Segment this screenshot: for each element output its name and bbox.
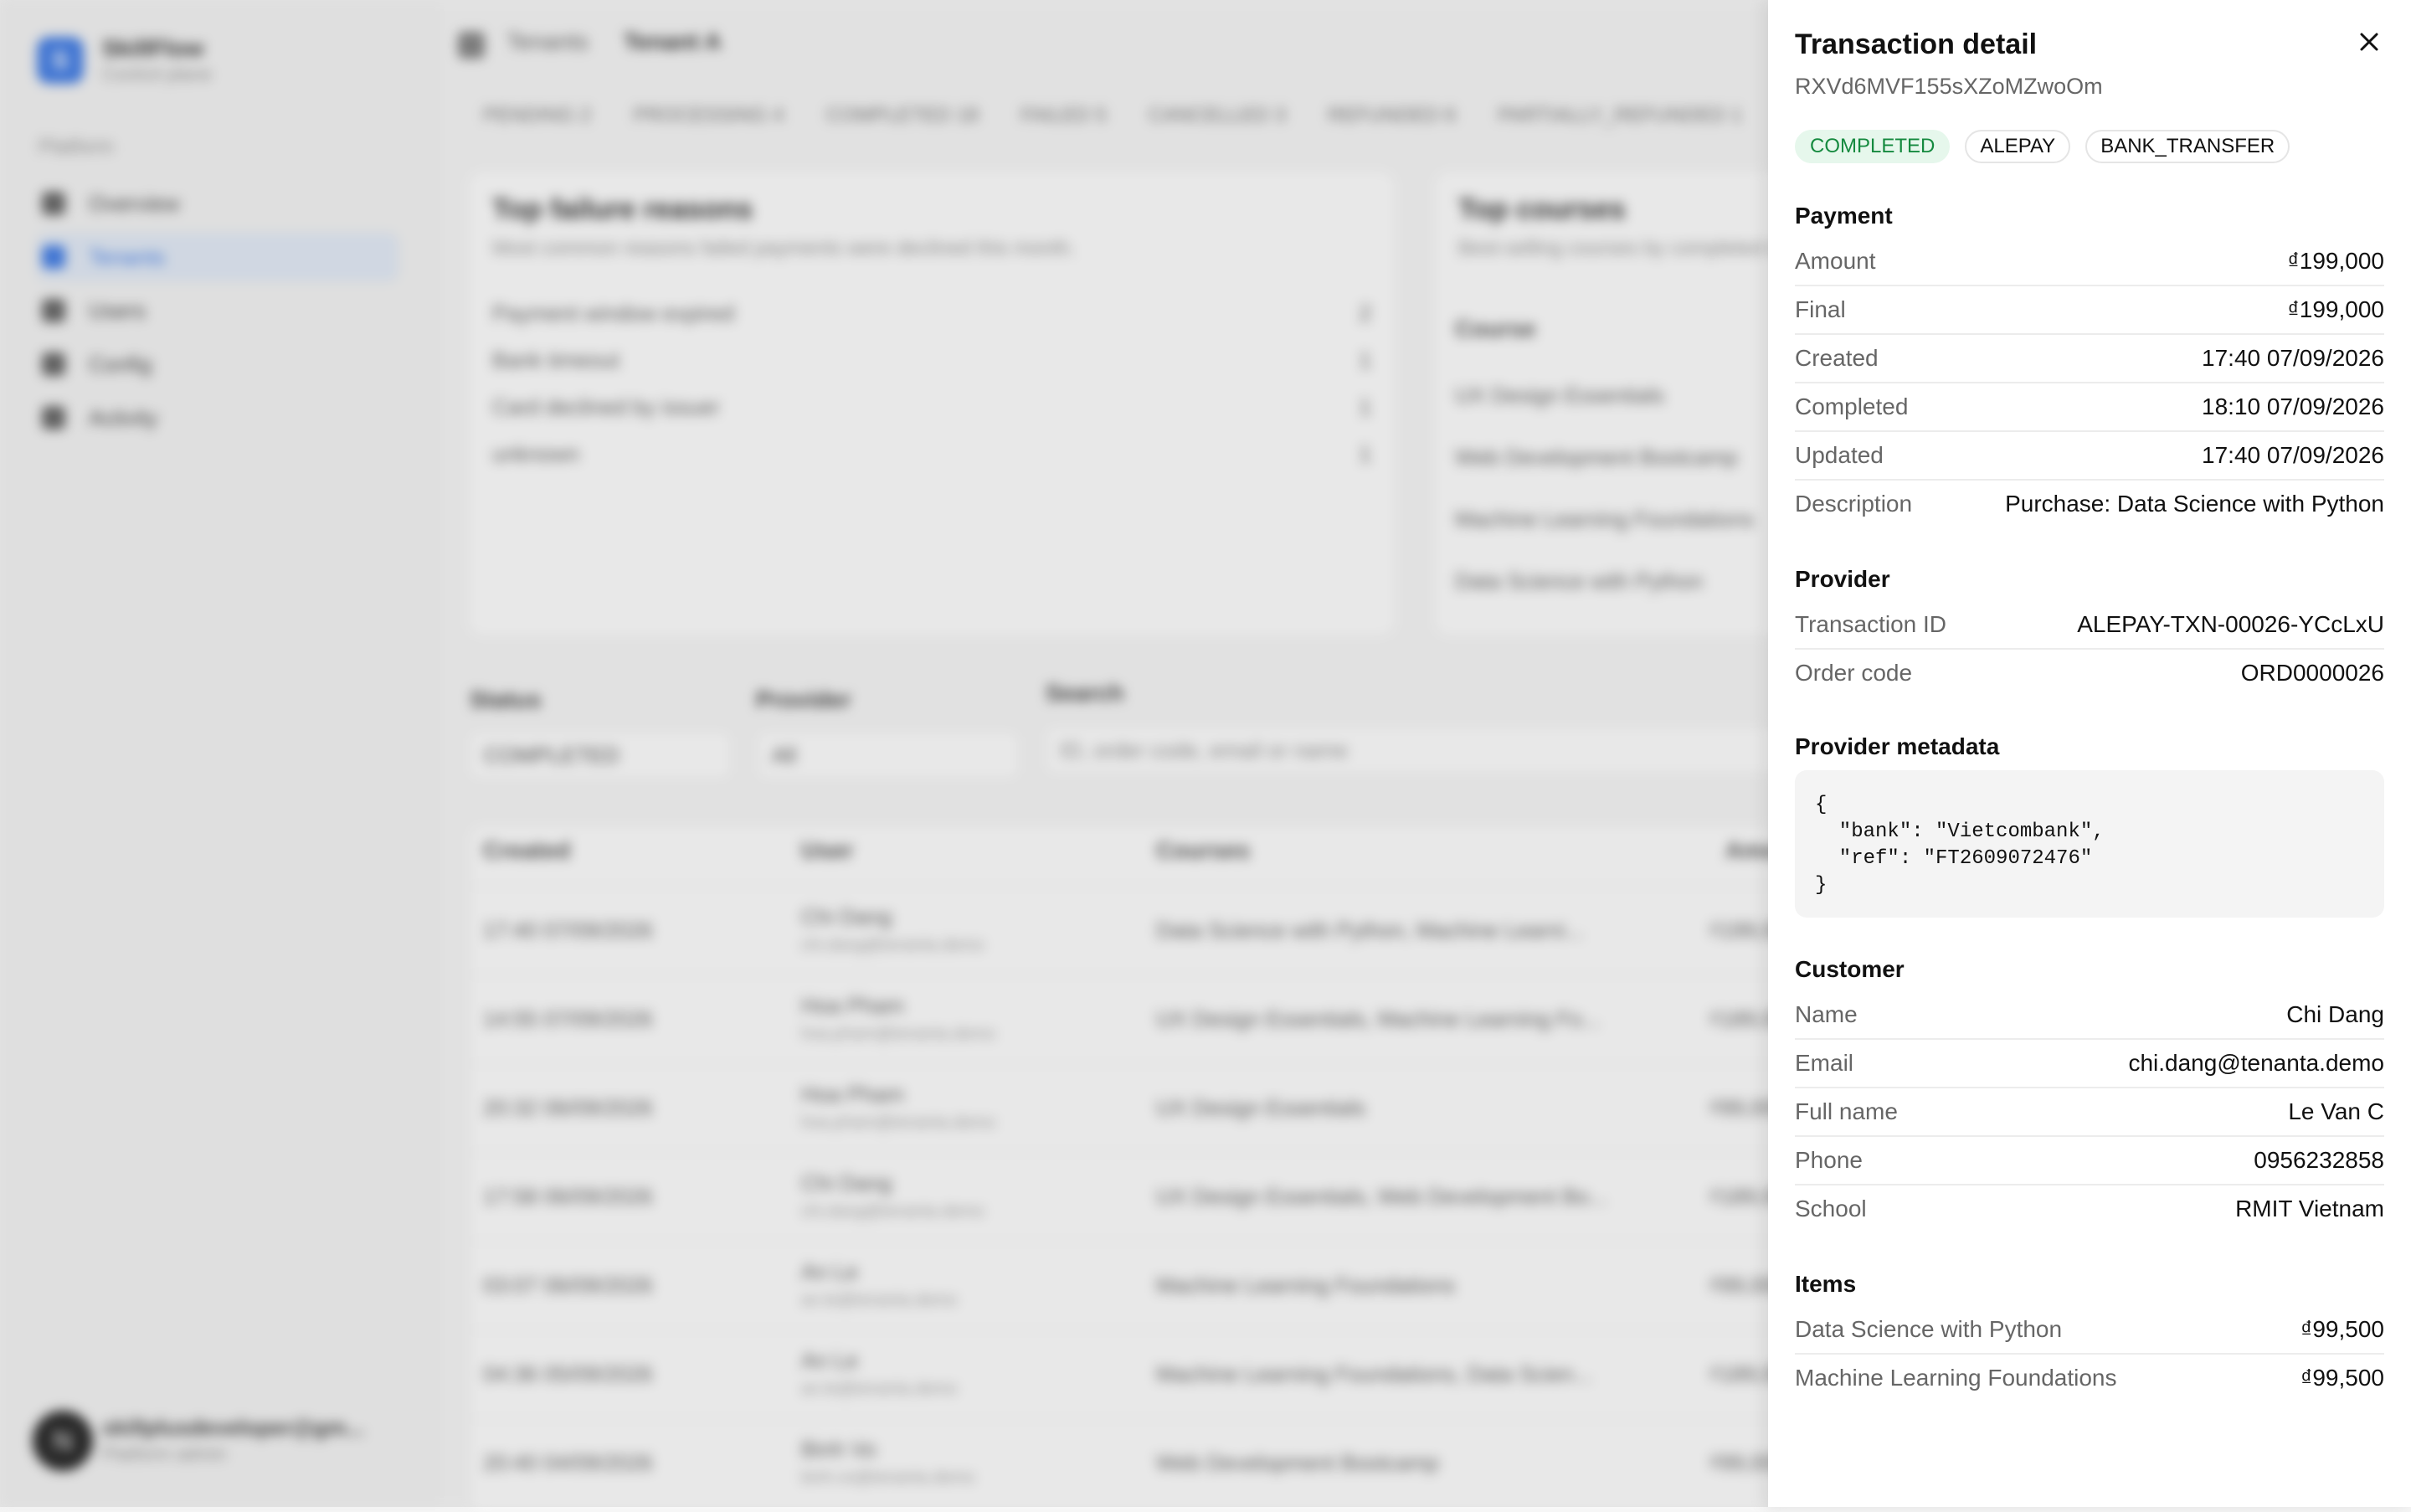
detail-row: Created 17:40 07/09/2026 bbox=[1795, 334, 2384, 383]
close-icon bbox=[2360, 33, 2378, 51]
detail-value: chi.dang@tenanta.demo bbox=[2128, 1050, 2384, 1076]
items-section-title: Items bbox=[1795, 1271, 1857, 1297]
close-button[interactable] bbox=[2352, 25, 2386, 59]
metadata-json: { "bank": "Vietcombank", "ref": "FT26090… bbox=[1795, 770, 2384, 918]
transaction-detail-panel: Transaction detail RXVd6MVF155sXZoMZwoOm… bbox=[1768, 0, 2411, 1507]
detail-value: ₫99,500 bbox=[2300, 1365, 2384, 1391]
detail-row: Machine Learning Foundations ₫99,500 bbox=[1795, 1354, 2384, 1402]
detail-value: 0956232858 bbox=[2254, 1147, 2384, 1173]
detail-value: 17:40 07/09/2026 bbox=[2202, 345, 2384, 371]
panel-title: Transaction detail bbox=[1795, 28, 2038, 60]
detail-row: Final ₫199,000 bbox=[1795, 285, 2384, 334]
detail-row: Updated 17:40 07/09/2026 bbox=[1795, 431, 2384, 480]
detail-value: ₫99,500 bbox=[2300, 1316, 2384, 1342]
transaction-id: RXVd6MVF155sXZoMZwoOm bbox=[1795, 74, 2103, 99]
customer-section-title: Customer bbox=[1795, 956, 1905, 982]
detail-label: Created bbox=[1795, 345, 1879, 371]
detail-value: ALEPAY-TXN-00026-YCcLxU bbox=[2077, 611, 2384, 637]
detail-row: Amount ₫199,000 bbox=[1795, 237, 2384, 285]
detail-value: Le Van C bbox=[2288, 1098, 2384, 1124]
detail-value: ₫199,000 bbox=[2287, 296, 2384, 322]
detail-label: Transaction ID bbox=[1795, 611, 1947, 637]
detail-label: Final bbox=[1795, 296, 1846, 322]
detail-value: RMIT Vietnam bbox=[2235, 1196, 2384, 1221]
provider-badge: ALEPAY bbox=[1965, 130, 2071, 163]
detail-value: 17:40 07/09/2026 bbox=[2202, 442, 2384, 468]
detail-row: Name Chi Dang bbox=[1795, 990, 2384, 1039]
detail-row: Order code ORD0000026 bbox=[1795, 649, 2384, 697]
status-badge: COMPLETED bbox=[1795, 130, 1951, 163]
detail-row: Description Purchase: Data Science with P… bbox=[1795, 480, 2384, 528]
detail-label: Description bbox=[1795, 491, 1913, 517]
detail-value: Chi Dang bbox=[2286, 1001, 2384, 1027]
metadata-section-title: Provider metadata bbox=[1795, 733, 2000, 759]
detail-label: Order code bbox=[1795, 660, 1913, 686]
badge-row: COMPLETED ALEPAY BANK_TRANSFER bbox=[1795, 130, 2290, 163]
detail-label: Name bbox=[1795, 1001, 1858, 1027]
detail-label: Email bbox=[1795, 1050, 1854, 1076]
detail-label: Updated bbox=[1795, 442, 1884, 468]
detail-label: Full name bbox=[1795, 1098, 1898, 1124]
detail-row: Data Science with Python ₫99,500 bbox=[1795, 1305, 2384, 1354]
detail-label: School bbox=[1795, 1196, 1867, 1221]
provider-section-title: Provider bbox=[1795, 566, 1890, 592]
detail-row: Completed 18:10 07/09/2026 bbox=[1795, 383, 2384, 431]
detail-value: 18:10 07/09/2026 bbox=[2202, 393, 2384, 419]
payment-section-title: Payment bbox=[1795, 203, 1893, 229]
method-badge: BANK_TRANSFER bbox=[2085, 130, 2290, 163]
detail-label: Amount bbox=[1795, 248, 1876, 274]
detail-label: Machine Learning Foundations bbox=[1795, 1365, 2117, 1391]
detail-row: Phone 0956232858 bbox=[1795, 1136, 2384, 1185]
detail-label: Data Science with Python bbox=[1795, 1316, 2063, 1342]
detail-label: Completed bbox=[1795, 393, 1909, 419]
detail-value: Purchase: Data Science with Python bbox=[2005, 491, 2384, 517]
detail-value: ₫199,000 bbox=[2287, 248, 2384, 274]
modal-backdrop[interactable] bbox=[0, 0, 1768, 1507]
detail-row: Transaction ID ALEPAY-TXN-00026-YCcLxU bbox=[1795, 600, 2384, 649]
detail-row: Full name Le Van C bbox=[1795, 1088, 2384, 1136]
detail-label: Phone bbox=[1795, 1147, 1863, 1173]
detail-row: School RMIT Vietnam bbox=[1795, 1185, 2384, 1233]
detail-row: Email chi.dang@tenanta.demo bbox=[1795, 1039, 2384, 1088]
detail-value: ORD0000026 bbox=[2240, 660, 2384, 686]
